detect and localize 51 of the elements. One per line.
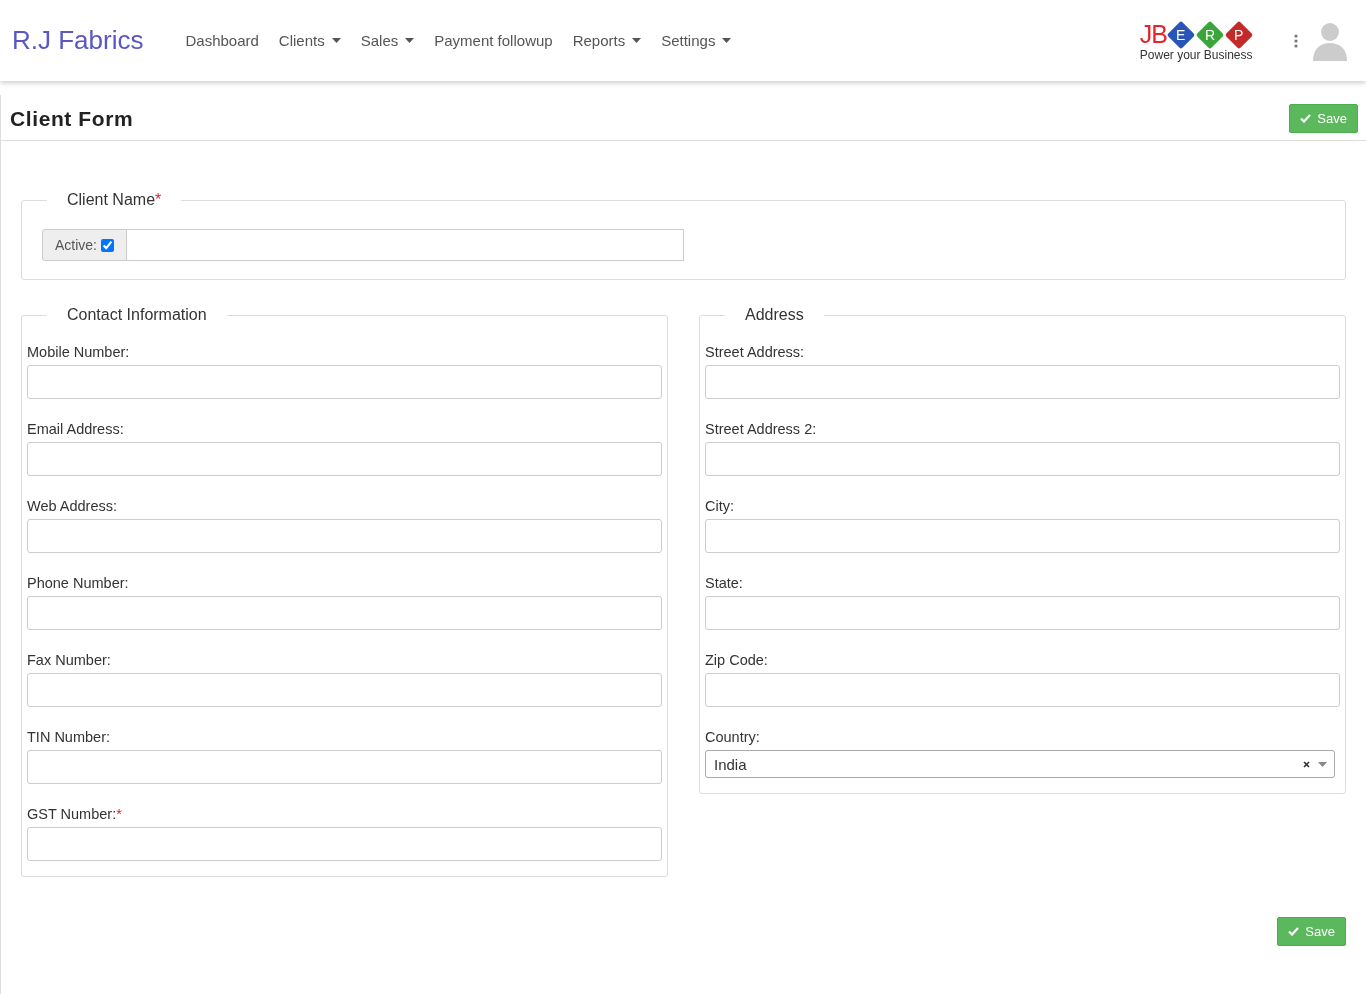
logo-tile: R xyxy=(1195,20,1225,49)
field-label: Email Address: xyxy=(27,421,125,437)
field-label: TIN Number: xyxy=(27,729,111,745)
nav-link[interactable]: Clients xyxy=(278,32,341,49)
nav-link[interactable]: Sales xyxy=(360,32,415,49)
country-select[interactable]: India xyxy=(705,750,1335,778)
field-label: State: xyxy=(705,575,744,591)
section-legend: Address xyxy=(725,306,824,324)
nav-link[interactable]: Reports xyxy=(572,32,642,49)
input-field[interactable] xyxy=(27,365,662,399)
input-field[interactable] xyxy=(27,442,662,476)
field-label: GST Number:* xyxy=(27,806,123,822)
logo-tile: P xyxy=(1224,20,1254,49)
check-icon xyxy=(1288,927,1300,936)
input-field[interactable] xyxy=(27,596,662,630)
nav-link[interactable]: Dashboard xyxy=(185,32,259,49)
input-field[interactable] xyxy=(705,365,1340,399)
section-legend: Client Name* xyxy=(47,191,182,209)
section-legend: Contact Information xyxy=(47,306,227,324)
page-title: Client Form xyxy=(10,106,134,131)
more-options-icon[interactable] xyxy=(1294,33,1298,48)
logo-tile: E xyxy=(1166,20,1196,49)
field-label: Country: xyxy=(705,729,761,745)
field-label: Street Address: xyxy=(705,344,806,360)
logo-tagline: Power your Business xyxy=(1139,47,1253,62)
clear-icon[interactable] xyxy=(1303,760,1310,768)
input-field[interactable] xyxy=(705,519,1340,553)
client-name-input[interactable] xyxy=(127,229,684,261)
input-field[interactable] xyxy=(705,596,1340,630)
input-field[interactable] xyxy=(27,750,662,784)
brand-name[interactable]: R.J Fabrics xyxy=(12,25,144,56)
logo-text: JB xyxy=(1139,20,1167,49)
caret-icon xyxy=(1318,761,1327,767)
field-label: Web Address: xyxy=(27,498,118,514)
field-label: Zip Code: xyxy=(705,652,769,668)
active-label: Active: xyxy=(55,237,97,253)
active-checkbox[interactable] xyxy=(101,238,114,252)
user-avatar-icon[interactable] xyxy=(1311,20,1349,61)
field-label: Mobile Number: xyxy=(27,344,131,360)
field-label: Fax Number: xyxy=(27,652,112,668)
field-label: City: xyxy=(705,498,735,514)
input-field[interactable] xyxy=(705,673,1340,707)
field-label: Street Address 2: xyxy=(705,421,818,437)
nav-link[interactable]: Settings xyxy=(661,32,732,49)
nav-link[interactable]: Payment followup xyxy=(434,32,553,49)
check-icon xyxy=(1300,114,1312,123)
input-field[interactable] xyxy=(705,442,1340,476)
input-field[interactable] xyxy=(27,673,662,707)
field-label: Phone Number: xyxy=(27,575,130,591)
input-field[interactable] xyxy=(27,827,662,861)
input-field[interactable] xyxy=(27,519,662,553)
